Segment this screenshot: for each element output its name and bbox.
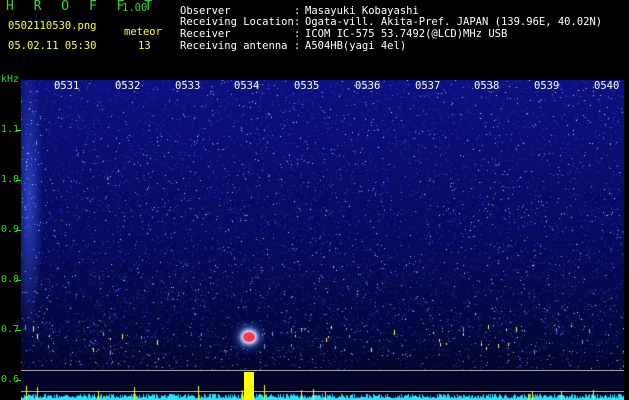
frequency-tick <box>16 280 21 281</box>
time-label: 0538 <box>474 80 500 92</box>
time-label: 0532 <box>115 80 141 92</box>
app-version: 1.00 <box>122 2 148 14</box>
meteor-echo-marker <box>243 332 255 342</box>
spectrogram <box>21 80 624 400</box>
info-key-antenna: Receiving antenna <box>180 40 288 52</box>
frequency-unit-label: kHz <box>1 74 20 85</box>
frequency-tick <box>16 230 21 231</box>
time-label: 0536 <box>355 80 381 92</box>
info-key-receiver: Receiver <box>180 28 231 40</box>
frequency-tick <box>16 130 21 131</box>
signal-baseline <box>21 380 624 400</box>
time-label: 0539 <box>534 80 560 92</box>
meteor-detection-bar <box>244 372 254 400</box>
time-label: 0535 <box>294 80 320 92</box>
file-name: 0502110530.png <box>8 20 97 32</box>
date-time: 05.02.11 05:30 <box>8 40 97 52</box>
info-value-receiver: ICOM IC-575 53.7492(@LCD)MHz USB <box>305 28 508 40</box>
time-label: 0533 <box>175 80 201 92</box>
meteor-count: 13 <box>138 40 151 52</box>
frequency-tick <box>16 330 21 331</box>
time-label: 0540 <box>594 80 620 92</box>
reference-line <box>21 370 624 371</box>
info-key-location: Receiving Location <box>180 16 294 28</box>
time-label: 0534 <box>234 80 260 92</box>
spectrogram-noise <box>21 80 624 400</box>
info-value-location: Ogata-vill. Akita-Pref. JAPAN (139.96E, … <box>305 16 603 28</box>
time-label: 0537 <box>415 80 441 92</box>
meteor-label: meteor <box>124 26 162 38</box>
time-label: 0531 <box>54 80 80 92</box>
info-colon: : <box>294 40 301 52</box>
info-colon: : <box>294 28 301 40</box>
info-value-antenna: A504HB(yagi 4el) <box>305 40 407 52</box>
frequency-tick <box>16 180 21 181</box>
info-colon: : <box>294 16 301 28</box>
